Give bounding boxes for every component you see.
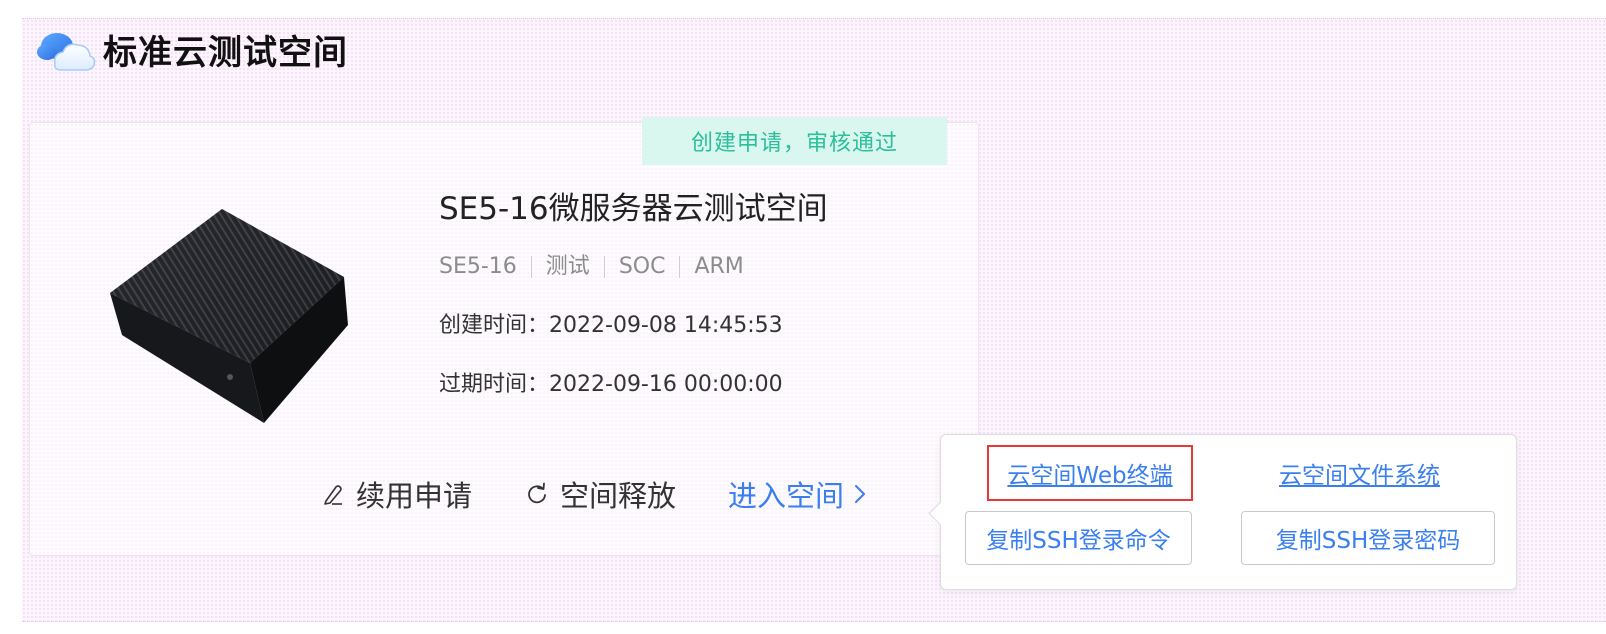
space-name: SE5-16微服务器云测试空间 <box>439 191 828 227</box>
release-button[interactable]: 空间释放 <box>524 473 676 515</box>
page: 标准云测试空间 创建申请，审核通过 . SE5-16微服务器云测试空间 SE5-… <box>0 0 1606 634</box>
chevron-right-icon <box>855 485 866 503</box>
server-device-image: . <box>110 209 348 423</box>
expire-time-label: 过期时间： <box>439 372 550 397</box>
enter-space-link[interactable]: 进入空间 <box>728 473 868 515</box>
enter-space-label: 进入空间 <box>728 479 845 513</box>
space-card: 创建申请，审核通过 . SE5-16微服务器云测试空间 SE5-16 测试 SO… <box>29 117 979 556</box>
created-time-label: 创建时间： <box>439 313 550 338</box>
created-time-value: 2022-09-08 14:45:53 <box>549 313 783 338</box>
space-info: SE5-16微服务器云测试空间 SE5-16 测试 SOC ARM 创建时间：2… <box>439 187 828 401</box>
cloud-icon <box>37 33 96 71</box>
tag-divider <box>679 256 681 278</box>
refresh-icon <box>528 482 546 504</box>
file-system-link[interactable]: 云空间文件系统 <box>1279 445 1440 501</box>
expire-time-row: 过期时间：2022-09-16 00:00:00 <box>439 369 828 401</box>
status-badge: 创建申请，审核通过 <box>642 117 947 165</box>
card-actions: 续用申请 空间释放 进入空间 <box>320 473 868 515</box>
web-terminal-link[interactable]: 云空间Web终端 <box>987 445 1193 501</box>
tag-arch: ARM <box>694 254 744 279</box>
copy-ssh-password-button[interactable]: 复制SSH登录密码 <box>1241 511 1495 565</box>
created-time-row: 创建时间：2022-09-08 14:45:53 <box>439 310 828 342</box>
copy-ssh-command-button[interactable]: 复制SSH登录命令 <box>965 511 1192 565</box>
edit-pen-icon <box>324 485 342 505</box>
tag-type: 测试 <box>545 254 590 279</box>
release-label: 空间释放 <box>560 479 677 513</box>
renew-label: 续用申请 <box>356 479 473 513</box>
section-header: 标准云测试空间 <box>33 24 348 74</box>
space-tags: SE5-16 测试 SOC ARM <box>439 251 828 283</box>
tag-chip: SOC <box>618 254 666 279</box>
tag-model: SE5-16 <box>439 254 517 279</box>
section-title: 标准云测试空间 <box>103 32 348 73</box>
enter-space-popover: 云空间Web终端 云空间文件系统 复制SSH登录命令 复制SSH登录密码 <box>928 434 1517 590</box>
renew-button[interactable]: 续用申请 <box>320 473 472 515</box>
expire-time-value: 2022-09-16 00:00:00 <box>549 372 783 397</box>
tag-divider <box>530 256 532 278</box>
tag-divider <box>603 256 605 278</box>
